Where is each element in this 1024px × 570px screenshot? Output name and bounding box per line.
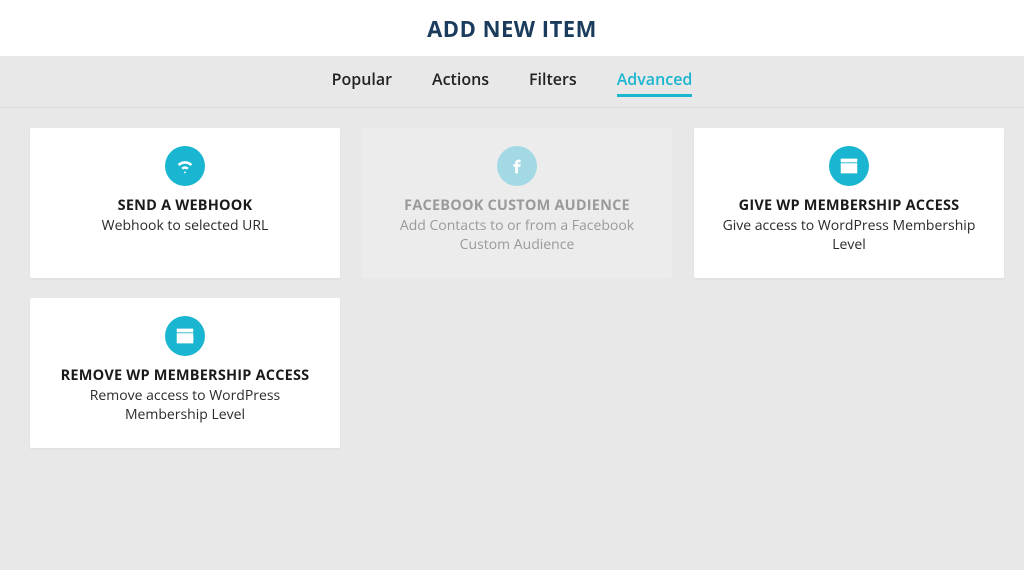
facebook-icon [497,146,537,186]
card-title: REMOVE WP MEMBERSHIP ACCESS [61,366,310,385]
modal-header: ADD NEW ITEM [0,0,1024,56]
tab-actions[interactable]: Actions [432,68,489,97]
browser-remove-icon [165,316,205,356]
tab-advanced[interactable]: Advanced [617,68,693,97]
card-desc: Webhook to selected URL [102,217,269,236]
card-desc: Give access to WordPress Membership Leve… [714,217,984,255]
tab-popular[interactable]: Popular [332,68,392,97]
card-give-wp-membership[interactable]: GIVE WP MEMBERSHIP ACCESS Give access to… [694,128,1004,278]
card-desc: Remove access to WordPress Membership Le… [50,387,320,425]
modal-title: ADD NEW ITEM [0,14,1024,44]
card-title: SEND A WEBHOOK [118,196,253,215]
tab-bar: Popular Actions Filters Advanced [0,56,1024,108]
card-desc: Add Contacts to or from a Facebook Custo… [382,217,652,255]
wifi-icon [165,146,205,186]
card-send-webhook[interactable]: SEND A WEBHOOK Webhook to selected URL [30,128,340,278]
card-facebook-custom-audience[interactable]: FACEBOOK CUSTOM AUDIENCE Add Contacts to… [362,128,672,278]
browser-check-icon [829,146,869,186]
card-remove-wp-membership[interactable]: REMOVE WP MEMBERSHIP ACCESS Remove acces… [30,298,340,448]
card-title: FACEBOOK CUSTOM AUDIENCE [404,196,630,215]
card-grid: SEND A WEBHOOK Webhook to selected URL F… [0,108,1024,468]
card-title: GIVE WP MEMBERSHIP ACCESS [739,196,960,215]
tab-filters[interactable]: Filters [529,68,577,97]
